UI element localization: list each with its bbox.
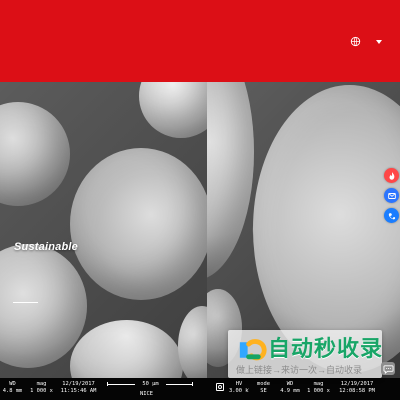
microsphere-particle — [70, 320, 183, 378]
detector-label: NICE — [140, 391, 153, 397]
chat-icon[interactable] — [381, 362, 395, 375]
mode-right: mode SE — [257, 381, 270, 394]
scale-label: 50 µm — [135, 381, 166, 387]
language-switcher[interactable] — [350, 34, 394, 48]
hero-title: Sustainable — [14, 241, 78, 254]
microsphere-particle — [139, 82, 207, 138]
capture-date-right: 12/19/2017 12:08:58 PM — [339, 381, 375, 394]
chevron-down-icon[interactable] — [376, 39, 382, 44]
globe-icon — [350, 36, 361, 46]
sem-metadata-footer: WD 4.8 mm mag 1 000 x 12/19/2017 11:15:4… — [0, 378, 400, 400]
website-page: Sustainable WD 4.8 mm mag 1 000 x 12/19/… — [0, 0, 400, 400]
magnification-right: mag 1 000 x — [307, 381, 330, 394]
magnification-left: mag 1 000 x — [30, 381, 53, 394]
watermark-title: 自动秒收录 — [268, 336, 382, 361]
microsphere-particle — [178, 306, 207, 378]
camera-icon — [216, 383, 224, 391]
watermark-logo-icon — [239, 339, 267, 361]
microsphere-particle — [207, 82, 254, 280]
mail-icon[interactable] — [384, 188, 399, 203]
working-distance-right: WD 4.9 mm — [280, 381, 300, 394]
watermark-subtitle: 做上链接→来访一次→自动收录 — [236, 365, 363, 375]
fire-icon[interactable] — [384, 168, 399, 183]
contact-card-icon[interactable] — [384, 208, 399, 223]
sem-image-left — [0, 82, 207, 378]
hero-divider — [13, 302, 38, 303]
working-distance-left: WD 4.8 mm — [2, 381, 23, 394]
microsphere-particle — [0, 102, 70, 206]
auto-index-watermark[interactable]: 自动秒收录 做上链接→来访一次→自动收录 — [228, 330, 382, 378]
microsphere-particle — [70, 148, 207, 300]
top-header — [0, 0, 400, 82]
scale-bar: 50 µm NICE — [101, 381, 200, 398]
floating-side-toolbar — [384, 168, 399, 223]
voltage-right: HV 3.00 kV — [229, 381, 249, 394]
capture-date-left: 12/19/2017 11:15:46 AM — [60, 381, 97, 394]
